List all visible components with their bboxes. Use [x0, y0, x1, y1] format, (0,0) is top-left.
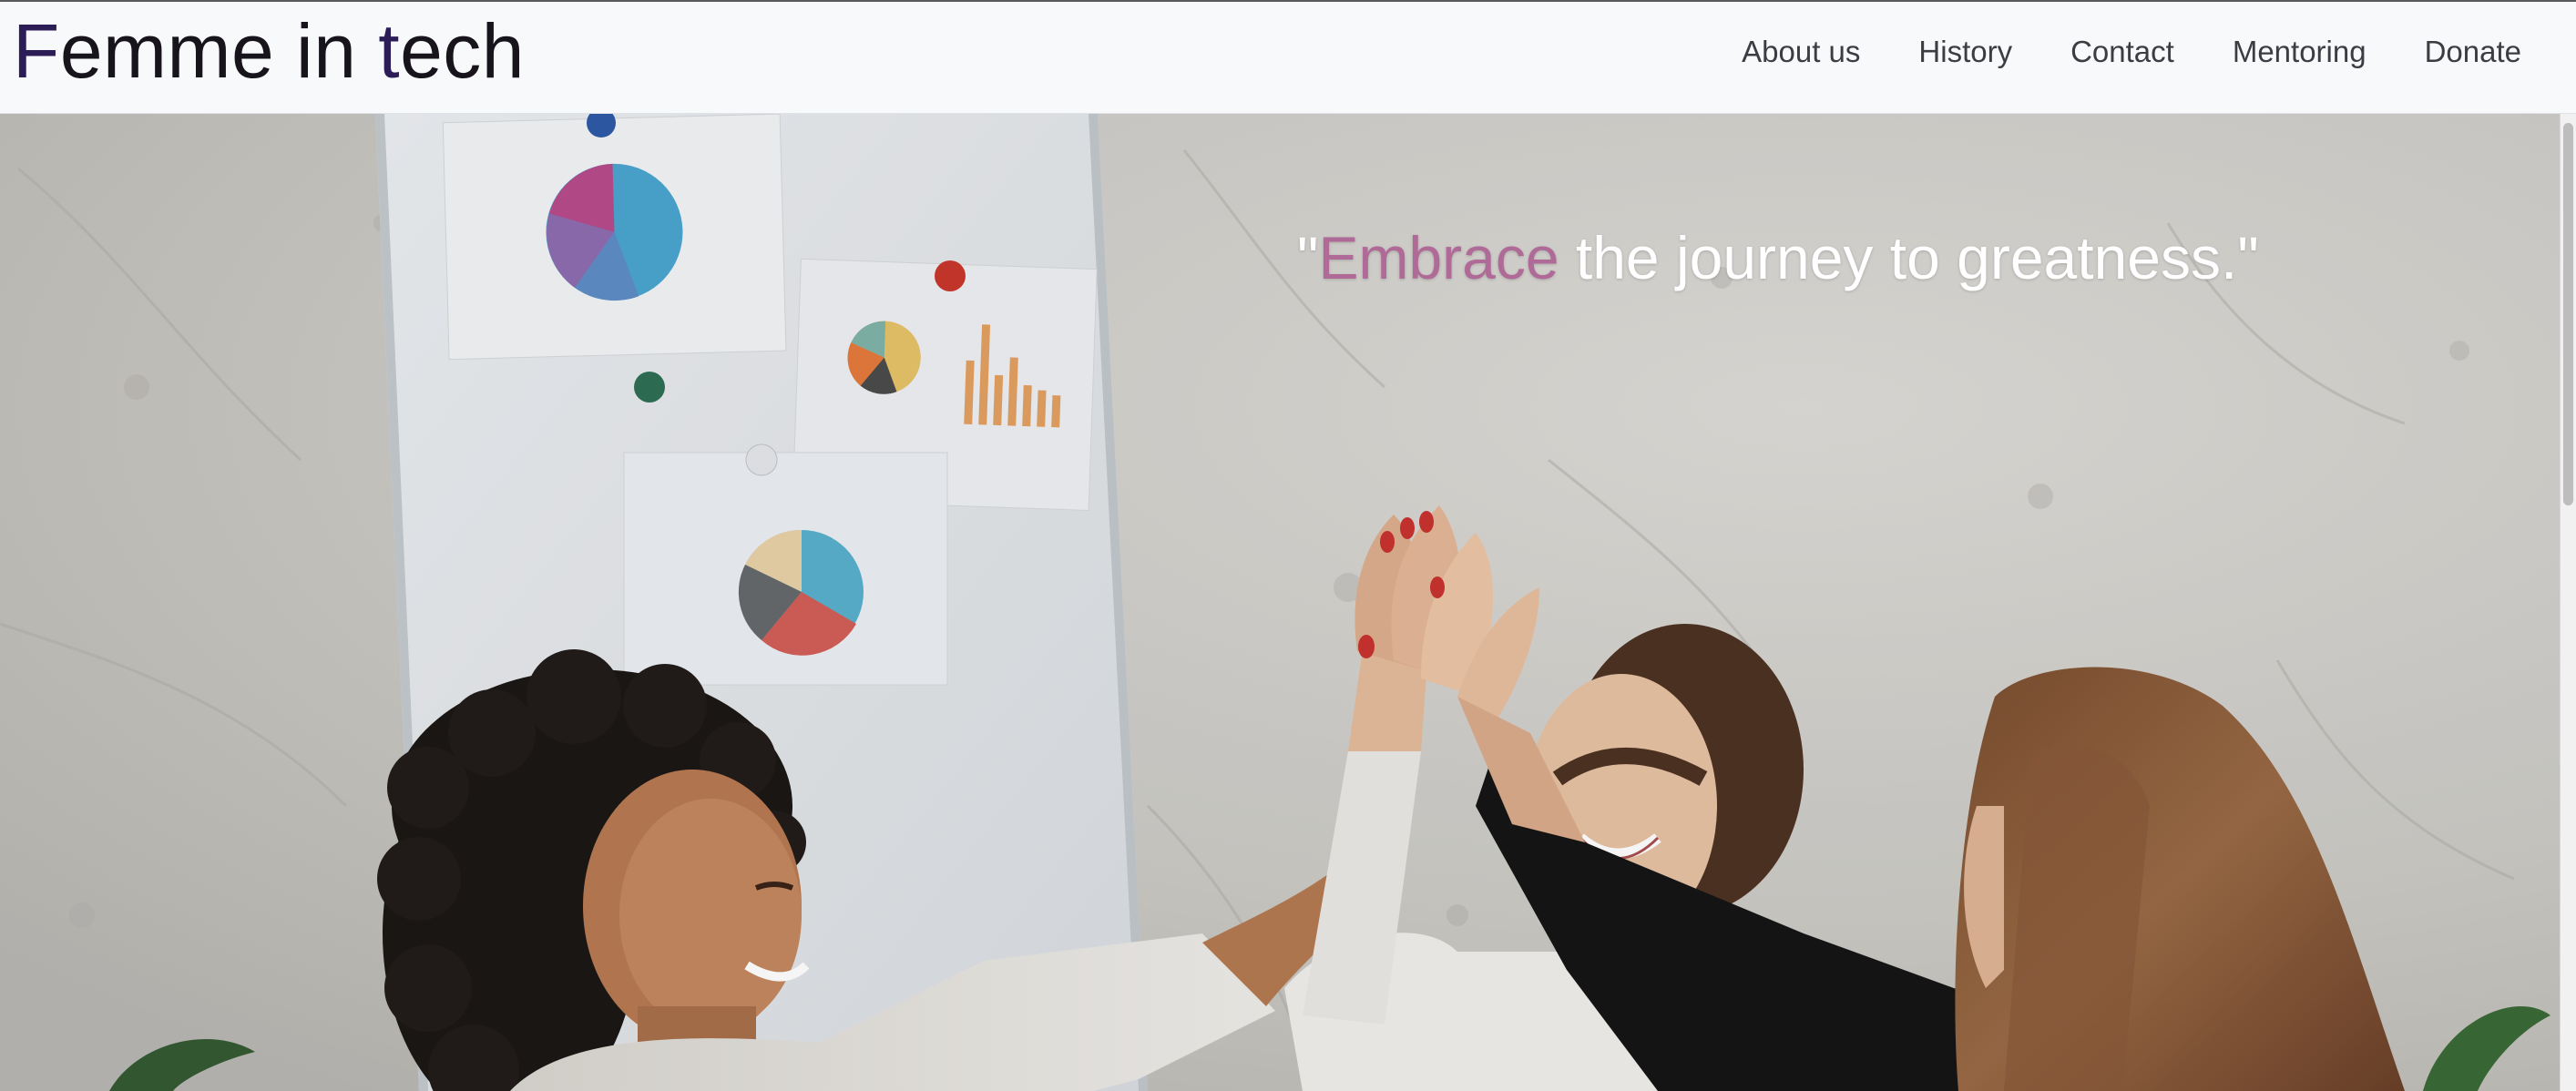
page: Femme in tech About us History Contact M…: [0, 0, 2576, 1091]
quote-highlight-word: Embrace: [1318, 224, 1559, 291]
page-scrollbar[interactable]: [2560, 114, 2576, 1091]
logo-letter-t: t: [378, 8, 401, 94]
logo-text: emme in: [59, 8, 379, 94]
quote-rest: the journey to greatness.": [1559, 224, 2259, 291]
nav-contact[interactable]: Contact: [2070, 35, 2174, 69]
nav-history[interactable]: History: [1918, 35, 2012, 69]
logo-text-end: ech: [400, 8, 526, 94]
hero-quote: "Embrace the journey to greatness.": [1297, 223, 2259, 292]
site-logo[interactable]: Femme in tech: [13, 5, 525, 97]
scrollbar-thumb[interactable]: [2563, 123, 2573, 505]
hero-section: "Embrace the journey to greatness.": [0, 114, 2576, 1091]
site-header: Femme in tech About us History Contact M…: [0, 0, 2576, 114]
quote-open-mark: ": [1297, 224, 1319, 291]
nav-mentoring[interactable]: Mentoring: [2233, 35, 2366, 69]
logo-letter-f: F: [13, 8, 60, 94]
nav-donate[interactable]: Donate: [2425, 35, 2521, 69]
main-nav: About us History Contact Mentoring Donat…: [1742, 2, 2521, 102]
nav-about-us[interactable]: About us: [1742, 35, 1860, 69]
